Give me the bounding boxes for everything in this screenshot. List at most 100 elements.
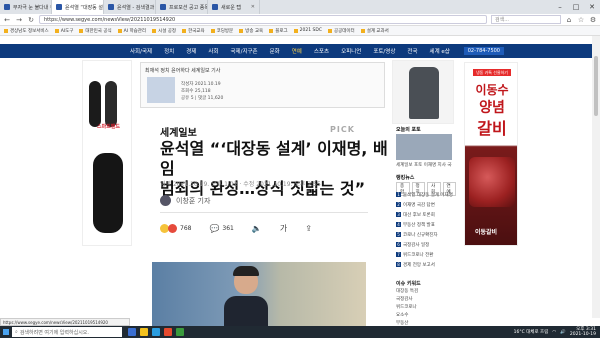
favorite-link[interactable]: AI도구 xyxy=(54,28,74,34)
folder-icon xyxy=(4,28,8,33)
pick-badge[interactable]: PICK xyxy=(330,125,355,134)
ad-jacket[interactable] xyxy=(392,60,454,124)
nav-item[interactable]: 사회 xyxy=(208,47,218,55)
ranking-item[interactable]: 6 국정감사 일정 xyxy=(396,242,429,248)
chrome-icon[interactable] xyxy=(164,328,172,336)
nav-item[interactable]: 오피니언 xyxy=(341,47,361,55)
nav-item[interactable]: 사회/국제 xyxy=(130,47,152,55)
ad-smartband[interactable]: 스마트밴드 xyxy=(82,60,132,246)
reaction-button[interactable]: 768 xyxy=(160,224,191,233)
nav-item[interactable]: 세계 e샵 xyxy=(430,47,450,55)
browser-tab[interactable]: 윤석열 “대장동 설계”✕ xyxy=(52,0,104,14)
close-icon[interactable]: ✕ xyxy=(584,0,600,14)
taskbar-apps xyxy=(128,328,184,336)
favorite-link[interactable]: 블로그 xyxy=(269,28,288,34)
rank-number: 8 xyxy=(396,262,401,267)
back-icon[interactable]: ← xyxy=(3,16,11,24)
url-input[interactable]: https://www.segye.com/newsView/202110195… xyxy=(39,15,487,24)
nav-item[interactable]: 문화 xyxy=(270,47,280,55)
favorite-link[interactable]: 코딩방문 xyxy=(210,28,233,34)
favicon-icon xyxy=(4,4,10,10)
browser-tab[interactable]: 무자극 눈 불다내 흰색화이✕ xyxy=(0,0,52,14)
favorite-link[interactable]: 방송 교육 xyxy=(239,28,263,34)
excel-icon[interactable] xyxy=(176,328,184,336)
ranking-item[interactable]: 2 이재명 국감 답변 xyxy=(396,202,435,208)
system-tray: 16°C 대체로 흐림 ◠ 🔊 오후 3:31 2021-10-19 xyxy=(514,327,600,337)
author-name[interactable]: 이창훈 기자 xyxy=(176,196,210,206)
file-explorer-icon[interactable] xyxy=(140,328,148,336)
nav-item[interactable]: 정치 xyxy=(164,47,174,55)
browser-tab[interactable]: 프로모션 공고 종목✕ xyxy=(156,0,208,14)
keyword-item[interactable]: 위드코로나 xyxy=(396,304,417,310)
nav-item[interactable]: 국제/지구촌 xyxy=(230,47,257,55)
nav-item[interactable]: 스포츠 xyxy=(314,47,329,55)
maximize-icon[interactable]: □ xyxy=(568,0,584,14)
ranking-item[interactable]: 4 부동산 정책 발표 xyxy=(396,222,435,228)
folder-icon xyxy=(293,28,298,33)
article-summary-box[interactable]: 최재석 정치 윤어하다 세계일보 기사 작성자 2021.10.19 조회수 2… xyxy=(140,62,385,108)
nav-item[interactable]: 연예 xyxy=(292,47,302,55)
rank-number: 4 xyxy=(396,222,401,227)
rank-number: 3 xyxy=(396,212,401,217)
favorite-link[interactable]: 경상남도 정보서비스 xyxy=(4,28,49,34)
ranking-item[interactable]: 7 위드코로나 전환 xyxy=(396,252,433,258)
band-image-3 xyxy=(93,153,123,233)
ranking-title: 위드코로나 전환 xyxy=(403,253,434,258)
site-top-strip xyxy=(0,36,600,44)
ranking-item[interactable]: 1 윤석열 대장동 설계 이재명 xyxy=(396,192,453,198)
volume-icon[interactable]: 🔊 xyxy=(560,330,566,335)
nav-item[interactable]: 포토/영상 xyxy=(373,47,395,55)
minimize-icon[interactable]: – xyxy=(552,0,568,14)
settings-icon[interactable]: ⚙ xyxy=(589,16,597,24)
keyword-item[interactable]: 국정감사 xyxy=(396,296,413,302)
scroll-thumb[interactable] xyxy=(594,56,598,116)
font-size-button[interactable]: 가 xyxy=(280,223,287,234)
ranking-item[interactable]: 5 코로나 신규확진자 xyxy=(396,232,438,238)
favorite-link[interactable]: AI 학습관리 xyxy=(117,28,146,34)
browser-search-input[interactable]: 검색... xyxy=(491,15,561,24)
ad-galbi[interactable]: 냉동 카톡 선물하기 이동수 양념 갈비 이동갈비 xyxy=(464,62,518,246)
nav-item[interactable]: 경제 xyxy=(186,47,196,55)
weather-text[interactable]: 16°C 대체로 흐림 xyxy=(514,329,549,335)
folder-icon xyxy=(79,28,84,33)
ad-badge: 냉동 카톡 선물하기 xyxy=(473,69,511,76)
home-icon[interactable]: ⌂ xyxy=(565,16,573,24)
folder-icon xyxy=(327,28,332,33)
browser-tab[interactable]: 새로운 탭 ✕ xyxy=(208,0,260,14)
ranking-item[interactable]: 3 대선 후보 토론회 xyxy=(396,212,435,218)
ranking-title: 경제 전망 보고서 xyxy=(403,263,435,268)
keyword-item[interactable]: 대장동 특검 xyxy=(396,288,418,294)
favorite-label: 경상남도 정보서비스 xyxy=(10,28,49,34)
task-view-icon[interactable] xyxy=(128,328,136,336)
close-tab-icon[interactable]: ✕ xyxy=(251,4,255,10)
refresh-icon[interactable]: ↻ xyxy=(27,16,35,24)
windows-start-icon[interactable] xyxy=(0,326,12,338)
favorite-link[interactable]: 2021 SDC xyxy=(293,28,322,33)
ranking-title: 대선 후보 토론회 xyxy=(403,213,435,218)
taskbar-search-input[interactable]: ⌕ 검색하려면 여기에 입력하십시오. xyxy=(12,327,122,337)
browser-tab[interactable]: 윤석열 - 검색결과✕ xyxy=(104,0,156,14)
favorite-link[interactable]: 설계 교과서 xyxy=(360,28,389,34)
nav-item[interactable]: 전국 xyxy=(407,47,417,55)
page-scrollbar[interactable] xyxy=(592,36,600,318)
photo-thumbnail[interactable] xyxy=(396,134,452,160)
favorite-link[interactable]: 대한민국 공식 xyxy=(79,28,112,34)
favorite-link[interactable]: 공공데이터 xyxy=(327,28,355,34)
forward-icon[interactable]: → xyxy=(15,16,23,24)
favorite-link[interactable]: 한국교육 xyxy=(182,28,205,34)
edge-icon[interactable] xyxy=(152,328,160,336)
publisher-logo[interactable]: 세계일보 xyxy=(160,124,197,139)
favorite-label: AI도구 xyxy=(60,28,74,34)
reaction-count: 768 xyxy=(180,225,192,232)
star-icon[interactable]: ☆ xyxy=(577,16,585,24)
favorite-link[interactable]: 시설 공정 xyxy=(152,28,176,34)
tts-button[interactable]: 🔈 xyxy=(252,224,262,233)
network-icon[interactable]: ◠ xyxy=(552,330,556,335)
ranking-item[interactable]: 8 경제 전망 보고서 xyxy=(396,262,435,268)
share-button[interactable]: ⇪ xyxy=(305,224,312,233)
clock[interactable]: 오후 3:31 2021-10-19 xyxy=(570,327,596,337)
comment-button[interactable]: 💬 361 xyxy=(209,224,233,233)
share-icon: ⇪ xyxy=(305,224,312,233)
photo-caption[interactable]: 세계일보 포토 이재명 지사 국감 출석 xyxy=(396,162,452,168)
keyword-item[interactable]: 요소수 xyxy=(396,312,408,318)
